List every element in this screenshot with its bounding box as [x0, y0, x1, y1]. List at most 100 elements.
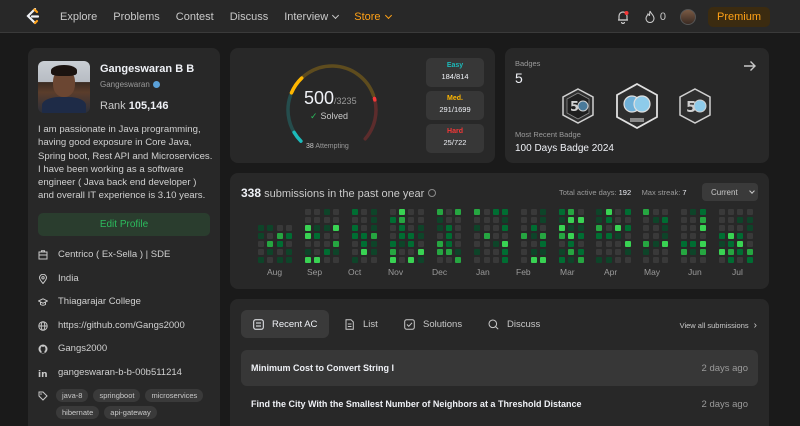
heatmap-cell[interactable]: [417, 241, 424, 247]
heatmap-cell[interactable]: [728, 249, 734, 255]
heatmap-cell[interactable]: [624, 241, 631, 247]
heatmap-cell[interactable]: [728, 257, 734, 263]
heatmap-cell[interactable]: [690, 233, 697, 239]
heatmap-cell[interactable]: [596, 209, 603, 215]
heatmap-cell[interactable]: [596, 225, 603, 231]
heatmap-cell[interactable]: [455, 225, 462, 231]
heatmap-cell[interactable]: [483, 249, 490, 255]
heatmap-cell[interactable]: [314, 209, 321, 215]
heatmap-cell[interactable]: [577, 233, 584, 239]
heatmap-cell[interactable]: [389, 209, 396, 215]
heatmap-cell[interactable]: [408, 225, 415, 231]
heatmap-cell[interactable]: [370, 217, 377, 223]
heatmap-cell[interactable]: [540, 217, 546, 223]
heatmap-cell[interactable]: [389, 233, 396, 239]
heatmap-cell[interactable]: [361, 257, 368, 263]
heatmap-cell[interactable]: [417, 225, 424, 231]
heatmap-cell[interactable]: [455, 233, 462, 239]
heatmap-cell[interactable]: [699, 249, 706, 255]
heatmap-cell[interactable]: [615, 233, 622, 239]
heatmap-cell[interactable]: [483, 225, 490, 231]
heatmap-cell[interactable]: [624, 225, 631, 231]
heatmap-cell[interactable]: [305, 241, 311, 247]
heatmap-cell[interactable]: [652, 233, 659, 239]
heatmap-cell[interactable]: [314, 233, 321, 239]
heatmap-cell[interactable]: [652, 217, 659, 223]
heatmap-cell[interactable]: [521, 225, 528, 231]
heatmap-cell[interactable]: [662, 241, 669, 247]
heatmap-cell[interactable]: [615, 249, 622, 255]
skill-tag[interactable]: springboot: [93, 389, 141, 402]
heatmap-cell[interactable]: [436, 249, 443, 255]
heatmap-cell[interactable]: [521, 241, 528, 247]
github-row[interactable]: Gangs2000: [38, 343, 107, 354]
easy-stat[interactable]: Easy 184/814: [426, 58, 484, 87]
heatmap-cell[interactable]: [333, 225, 340, 231]
heatmap-cell[interactable]: [662, 249, 669, 255]
heatmap-cell[interactable]: [474, 233, 481, 239]
heatmap-cell[interactable]: [399, 249, 405, 255]
heatmap-cell[interactable]: [399, 217, 405, 223]
heatmap-cell[interactable]: [352, 209, 358, 215]
heatmap-cell[interactable]: [718, 209, 725, 215]
50-days-badge-icon[interactable]: 5: [561, 88, 595, 124]
heatmap-cell[interactable]: [333, 257, 340, 263]
heatmap-cell[interactable]: [323, 249, 330, 255]
heatmap-cell[interactable]: [474, 241, 481, 247]
heatmap-cell[interactable]: [258, 257, 264, 263]
heatmap-cell[interactable]: [699, 217, 706, 223]
heatmap-cell[interactable]: [746, 225, 753, 231]
heatmap-cell[interactable]: [746, 257, 753, 263]
heatmap-cell[interactable]: [699, 257, 706, 263]
heatmap-cell[interactable]: [652, 225, 659, 231]
heatmap-cell[interactable]: [530, 249, 537, 255]
heatmap-cell[interactable]: [530, 225, 537, 231]
heatmap-cell[interactable]: [624, 249, 631, 255]
heatmap-cell[interactable]: [577, 241, 584, 247]
heatmap-cell[interactable]: [417, 217, 424, 223]
website-row[interactable]: https://github.com/Gangs2000: [38, 320, 185, 331]
heatmap-cell[interactable]: [652, 209, 659, 215]
heatmap-cell[interactable]: [624, 233, 631, 239]
heatmap-cell[interactable]: [267, 225, 274, 231]
heatmap-cell[interactable]: [568, 225, 575, 231]
heatmap-cell[interactable]: [323, 233, 330, 239]
heatmap-cell[interactable]: [323, 217, 330, 223]
heatmap-cell[interactable]: [558, 249, 565, 255]
heatmap-cell[interactable]: [352, 233, 358, 239]
heatmap-cell[interactable]: [540, 257, 546, 263]
heatmap-cell[interactable]: [446, 217, 452, 223]
heatmap-cell[interactable]: [455, 217, 462, 223]
heatmap-cell[interactable]: [314, 217, 321, 223]
heatmap-cell[interactable]: [699, 225, 706, 231]
nav-contest[interactable]: Contest: [176, 11, 214, 23]
heatmap-cell[interactable]: [737, 217, 744, 223]
heatmap-cell[interactable]: [493, 241, 499, 247]
heatmap-cell[interactable]: [436, 209, 443, 215]
heatmap-cell[interactable]: [455, 257, 462, 263]
premium-button[interactable]: Premium: [707, 6, 770, 27]
heatmap-cell[interactable]: [568, 257, 575, 263]
heatmap-cell[interactable]: [737, 209, 744, 215]
leetcode-logo-icon[interactable]: [25, 8, 41, 25]
heatmap-cell[interactable]: [305, 217, 311, 223]
heatmap-cell[interactable]: [286, 233, 293, 239]
heatmap-cell[interactable]: [577, 209, 584, 215]
heatmap-cell[interactable]: [323, 241, 330, 247]
heatmap-cell[interactable]: [361, 225, 368, 231]
heatmap-cell[interactable]: [399, 257, 405, 263]
heatmap-cell[interactable]: [436, 233, 443, 239]
heatmap-cell[interactable]: [521, 209, 528, 215]
tab-discuss[interactable]: Discuss: [476, 310, 552, 338]
medium-stat[interactable]: Med. 291/1699: [426, 91, 484, 120]
heatmap-cell[interactable]: [596, 241, 603, 247]
heatmap-cell[interactable]: [258, 225, 264, 231]
heatmap-cell[interactable]: [361, 217, 368, 223]
heatmap-cell[interactable]: [474, 257, 481, 263]
heatmap-cell[interactable]: [286, 225, 293, 231]
heatmap-cell[interactable]: [643, 225, 650, 231]
heatmap-cell[interactable]: [690, 217, 697, 223]
heatmap-cell[interactable]: [624, 257, 631, 263]
heatmap-cell[interactable]: [540, 209, 546, 215]
heatmap-cell[interactable]: [352, 249, 358, 255]
